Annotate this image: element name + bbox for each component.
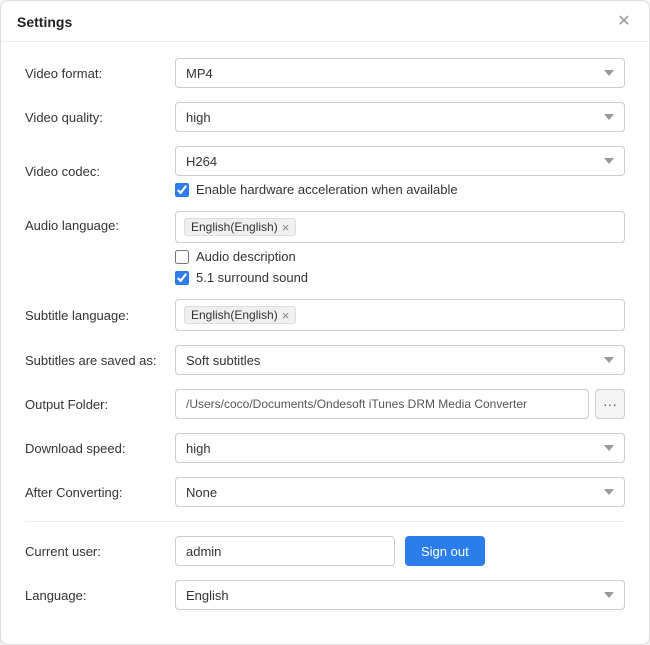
section-divider xyxy=(25,521,625,522)
output-folder-wrap: ··· xyxy=(175,389,625,419)
subtitle-language-row: Subtitle language: English(English) × xyxy=(25,299,625,331)
audio-language-tag-remove[interactable]: × xyxy=(282,221,290,234)
subtitle-language-label: Subtitle language: xyxy=(25,308,175,323)
audio-language-tag: English(English) × xyxy=(184,218,296,236)
audio-description-label[interactable]: Audio description xyxy=(196,249,296,264)
surround-sound-label[interactable]: 5.1 surround sound xyxy=(196,270,308,285)
output-folder-row: Output Folder: ··· xyxy=(25,389,625,419)
audio-language-row: Audio language: English(English) × Audio… xyxy=(25,211,625,285)
hardware-accel-checkbox[interactable] xyxy=(175,183,189,197)
language-select[interactable]: English Chinese Japanese French xyxy=(175,580,625,610)
video-codec-row: Video codec: H264 H265 MPEG4 Enable hard… xyxy=(25,146,625,197)
audio-description-row: Audio description xyxy=(175,249,625,264)
sign-out-button[interactable]: Sign out xyxy=(405,536,485,566)
after-converting-label: After Converting: xyxy=(25,485,175,500)
video-format-field: MP4 MOV AVI MKV xyxy=(175,58,625,88)
video-format-label: Video format: xyxy=(25,66,175,81)
video-codec-select[interactable]: H264 H265 MPEG4 xyxy=(175,146,625,176)
language-label: Language: xyxy=(25,588,175,603)
subtitles-saved-select[interactable]: Soft subtitles Hard subtitles External s… xyxy=(175,345,625,375)
subtitle-language-tag-remove[interactable]: × xyxy=(282,309,290,322)
video-quality-select[interactable]: high medium low xyxy=(175,102,625,132)
language-row: Language: English Chinese Japanese Frenc… xyxy=(25,580,625,610)
sign-out-row: Sign out xyxy=(175,536,625,566)
download-speed-label: Download speed: xyxy=(25,441,175,456)
video-quality-field: high medium low xyxy=(175,102,625,132)
subtitle-language-tag: English(English) × xyxy=(184,306,296,324)
language-field: English Chinese Japanese French xyxy=(175,580,625,610)
browse-folder-icon: ··· xyxy=(603,396,617,412)
video-format-select[interactable]: MP4 MOV AVI MKV xyxy=(175,58,625,88)
video-format-row: Video format: MP4 MOV AVI MKV xyxy=(25,58,625,88)
subtitles-saved-field: Soft subtitles Hard subtitles External s… xyxy=(175,345,625,375)
after-converting-row: After Converting: None Open folder Shutd… xyxy=(25,477,625,507)
current-user-field: Sign out xyxy=(175,536,625,566)
subtitle-language-tag-value: English(English) xyxy=(191,308,278,322)
audio-language-field: English(English) × Audio description 5.1… xyxy=(175,211,625,285)
video-quality-row: Video quality: high medium low xyxy=(25,102,625,132)
subtitles-saved-row: Subtitles are saved as: Soft subtitles H… xyxy=(25,345,625,375)
close-button[interactable]: ✕ xyxy=(615,13,633,31)
output-folder-input[interactable] xyxy=(175,389,589,419)
settings-window: Settings ✕ Video format: MP4 MOV AVI MKV… xyxy=(0,0,650,645)
current-user-row: Current user: Sign out xyxy=(25,536,625,566)
video-quality-label: Video quality: xyxy=(25,110,175,125)
title-bar: Settings ✕ xyxy=(1,1,649,42)
download-speed-row: Download speed: high medium low xyxy=(25,433,625,463)
after-converting-field: None Open folder Shutdown xyxy=(175,477,625,507)
audio-language-tag-value: English(English) xyxy=(191,220,278,234)
window-title: Settings xyxy=(17,14,72,30)
browse-folder-button[interactable]: ··· xyxy=(595,389,625,419)
audio-description-checkbox[interactable] xyxy=(175,250,189,264)
after-converting-select[interactable]: None Open folder Shutdown xyxy=(175,477,625,507)
current-user-label: Current user: xyxy=(25,544,175,559)
subtitles-saved-label: Subtitles are saved as: xyxy=(25,353,175,368)
video-codec-field: H264 H265 MPEG4 Enable hardware accelera… xyxy=(175,146,625,197)
subtitle-language-tag-input[interactable]: English(English) × xyxy=(175,299,625,331)
settings-content: Video format: MP4 MOV AVI MKV Video qual… xyxy=(1,42,649,644)
audio-language-tag-input[interactable]: English(English) × xyxy=(175,211,625,243)
output-folder-field: ··· xyxy=(175,389,625,419)
close-icon: ✕ xyxy=(617,14,630,30)
output-folder-label: Output Folder: xyxy=(25,397,175,412)
current-user-input[interactable] xyxy=(175,536,395,566)
video-codec-label: Video codec: xyxy=(25,164,175,179)
download-speed-select[interactable]: high medium low xyxy=(175,433,625,463)
subtitle-language-field: English(English) × xyxy=(175,299,625,331)
audio-language-label: Audio language: xyxy=(25,211,175,233)
hardware-accel-row: Enable hardware acceleration when availa… xyxy=(175,182,625,197)
download-speed-field: high medium low xyxy=(175,433,625,463)
surround-sound-row: 5.1 surround sound xyxy=(175,270,625,285)
hardware-accel-label[interactable]: Enable hardware acceleration when availa… xyxy=(196,182,458,197)
surround-sound-checkbox[interactable] xyxy=(175,271,189,285)
